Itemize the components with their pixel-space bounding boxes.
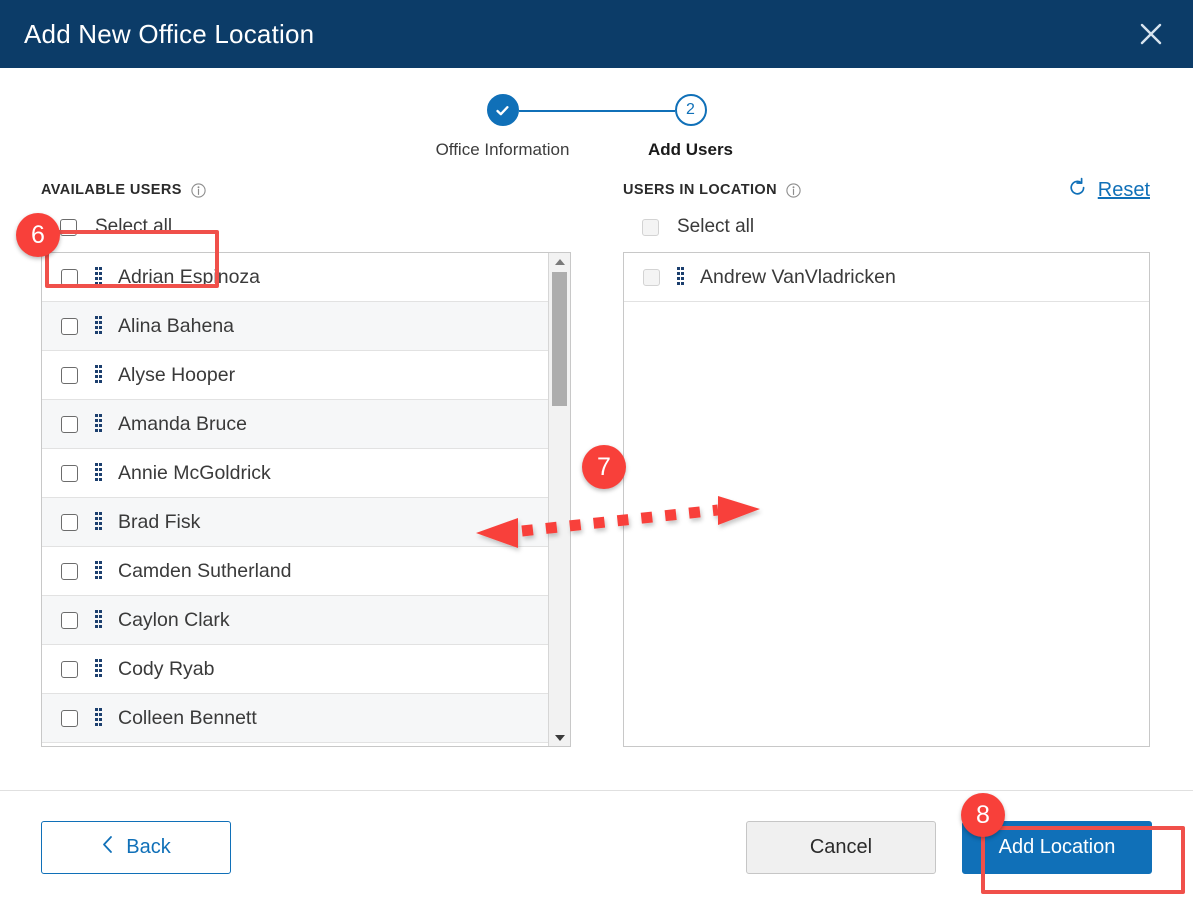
- user-name: Brad Fisk: [118, 510, 201, 533]
- user-checkbox[interactable]: [61, 660, 78, 678]
- step-add-users[interactable]: 2 Add Users: [597, 94, 785, 160]
- reset-button[interactable]: Reset: [1067, 177, 1150, 203]
- drag-handle-icon[interactable]: [677, 267, 684, 287]
- user-name: Adrian Espinoza: [118, 265, 261, 288]
- drag-handle-icon[interactable]: [95, 512, 102, 532]
- modal-title: Add New Office Location: [24, 19, 315, 49]
- cancel-button-label: Cancel: [809, 836, 873, 858]
- available-users-list: Adrian Espinoza Alina Bahena Alyse Hoope…: [41, 252, 571, 747]
- annotation-badge-8: 8: [961, 793, 1005, 837]
- drag-handle-icon[interactable]: [95, 561, 102, 581]
- modal-titlebar: Add New Office Location: [0, 0, 1193, 68]
- user-checkbox[interactable]: [61, 562, 78, 580]
- back-button[interactable]: Back: [41, 821, 231, 874]
- list-item[interactable]: Andrew VanVladricken: [624, 253, 1149, 302]
- check-icon: [496, 105, 509, 115]
- user-name: Andrew VanVladricken: [700, 265, 896, 288]
- cancel-button[interactable]: Cancel: [746, 821, 936, 874]
- refresh-icon: [1067, 177, 1088, 203]
- users-in-location-title: USERS IN LOCATION: [623, 182, 777, 198]
- users-in-location-list: Andrew VanVladricken: [623, 252, 1150, 747]
- select-all-location-label: Select all: [677, 216, 755, 237]
- user-name: Alyse Hooper: [118, 363, 236, 386]
- select-all-available-label: Select all: [95, 216, 173, 237]
- modal-footer: Back Cancel Add Location: [0, 790, 1193, 904]
- available-users-scrollbar[interactable]: [548, 253, 570, 746]
- list-item[interactable]: Camden Sutherland: [42, 547, 548, 596]
- available-users-header: AVAILABLE USERS: [41, 178, 571, 202]
- select-all-location-checkbox[interactable]: [642, 218, 659, 236]
- user-checkbox[interactable]: [61, 317, 78, 335]
- available-users-list-viewport: Adrian Espinoza Alina Bahena Alyse Hoope…: [42, 253, 548, 746]
- available-users-title: AVAILABLE USERS: [41, 182, 182, 198]
- user-checkbox[interactable]: [61, 709, 78, 727]
- list-item[interactable]: Colleen Bennett: [42, 694, 548, 743]
- user-checkbox[interactable]: [61, 611, 78, 629]
- scroll-down-icon[interactable]: [549, 729, 570, 746]
- drag-handle-icon[interactable]: [95, 610, 102, 630]
- user-name: Amanda Bruce: [118, 412, 247, 435]
- user-name: Cody Ryab: [118, 657, 215, 680]
- scrollbar-thumb[interactable]: [552, 272, 567, 406]
- user-checkbox[interactable]: [61, 268, 78, 286]
- drag-handle-icon[interactable]: [95, 316, 102, 336]
- stepper-connector-line: [518, 110, 675, 112]
- info-icon[interactable]: [191, 182, 206, 198]
- user-checkbox[interactable]: [61, 513, 78, 531]
- users-in-location-header: USERS IN LOCATION Reset: [623, 177, 1150, 203]
- list-item[interactable]: Alina Bahena: [42, 302, 548, 351]
- scroll-up-icon[interactable]: [549, 253, 570, 270]
- list-item[interactable]: Cody Ryab: [42, 645, 548, 694]
- user-name: Colleen Bennett: [118, 706, 257, 729]
- select-all-available-row[interactable]: Select all: [41, 202, 571, 252]
- drag-handle-icon[interactable]: [95, 414, 102, 434]
- drag-handle-icon[interactable]: [95, 365, 102, 385]
- list-item[interactable]: Caylon Clark: [42, 596, 548, 645]
- users-in-location-list-viewport: Andrew VanVladricken: [624, 253, 1149, 746]
- user-name: Annie McGoldrick: [118, 461, 271, 484]
- annotation-badge-7: 7: [582, 445, 626, 489]
- user-name: Alina Bahena: [118, 314, 235, 337]
- reset-label: Reset: [1097, 178, 1150, 201]
- drag-handle-icon[interactable]: [95, 267, 102, 287]
- user-checkbox[interactable]: [61, 415, 78, 433]
- step-office-information[interactable]: Office Information: [409, 94, 597, 160]
- info-icon[interactable]: [786, 182, 801, 198]
- user-checkbox[interactable]: [643, 268, 660, 286]
- user-checkbox[interactable]: [61, 464, 78, 482]
- add-location-button-label: Add Location: [998, 836, 1116, 858]
- step-2-label: Add Users: [647, 140, 734, 159]
- step-2-indicator: 2: [674, 94, 707, 126]
- list-item[interactable]: Adrian Espinoza: [42, 253, 548, 302]
- select-all-location-row[interactable]: Select all: [623, 202, 1150, 252]
- users-in-location-panel: USERS IN LOCATION Reset Select all Andre…: [623, 177, 1150, 747]
- close-icon[interactable]: [1131, 14, 1171, 54]
- drag-handle-icon[interactable]: [95, 463, 102, 483]
- list-item[interactable]: Brad Fisk: [42, 498, 548, 547]
- list-item[interactable]: Alyse Hooper: [42, 351, 548, 400]
- drag-handle-icon[interactable]: [95, 708, 102, 728]
- list-item[interactable]: Amanda Bruce: [42, 400, 548, 449]
- user-name: Camden Sutherland: [118, 559, 292, 582]
- user-checkbox[interactable]: [61, 366, 78, 384]
- chevron-left-icon: [101, 835, 114, 860]
- drag-handle-icon[interactable]: [95, 659, 102, 679]
- step-1-indicator: [486, 94, 519, 126]
- step-1-label: Office Information: [435, 140, 570, 159]
- select-all-available-checkbox[interactable]: [60, 218, 77, 236]
- list-item[interactable]: Annie McGoldrick: [42, 449, 548, 498]
- back-button-label: Back: [126, 836, 171, 858]
- user-name: Caylon Clark: [118, 608, 230, 631]
- annotation-badge-6: 6: [16, 213, 60, 257]
- wizard-stepper: Office Information 2 Add Users: [0, 68, 1193, 160]
- available-users-panel: AVAILABLE USERS Select all Adrian Espino…: [41, 178, 571, 747]
